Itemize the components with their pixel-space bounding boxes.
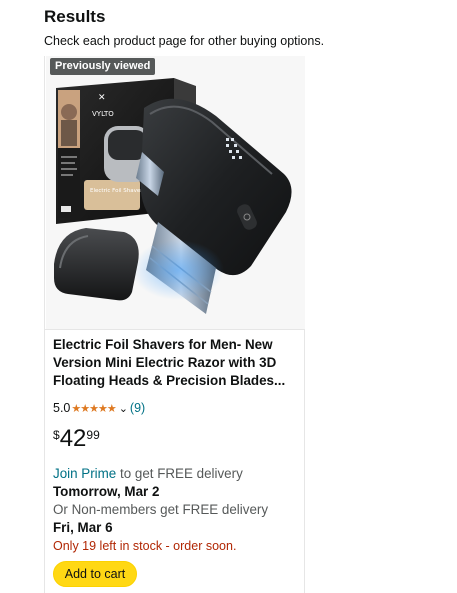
box-brand-text: VYLTO (92, 110, 114, 118)
product-title-link[interactable]: Electric Foil Shavers for Men- New Versi… (53, 336, 299, 390)
product-card: Previously viewed ✕ VYLTO Electric Foil … (44, 56, 305, 593)
nonmember-delivery-date: Fri, Mar 6 (53, 520, 113, 535)
prime-delivery-text: to get FREE delivery (116, 466, 243, 481)
price: $ 42 99 (53, 426, 100, 454)
join-prime-link[interactable]: Join Prime (53, 466, 116, 481)
prime-delivery-line: Join Prime to get FREE delivery (53, 465, 243, 483)
star-rating-icon[interactable]: ★★★★★ (71, 402, 116, 415)
previously-viewed-badge: Previously viewed (50, 58, 156, 75)
rating-value: 5.0 (53, 401, 71, 415)
box-label-text: Electric Foil Shaver (90, 188, 143, 194)
chevron-down-icon[interactable]: ⌄ (119, 402, 128, 415)
shaver-illustration: ✕ VYLTO Electric Foil Shaver (46, 56, 305, 329)
svg-text:✕: ✕ (98, 93, 106, 103)
rating-row[interactable]: 5.0 ★★★★★ ⌄ (9) (53, 400, 145, 416)
image-divider (45, 329, 304, 330)
stock-warning: Only 19 left in stock - order soon. (53, 539, 237, 553)
add-to-cart-button[interactable]: Add to cart (53, 561, 137, 587)
price-symbol: $ (53, 428, 60, 442)
price-whole: 42 (59, 425, 87, 452)
prime-delivery-date: Tomorrow, Mar 2 (53, 484, 160, 499)
product-image[interactable]: Previously viewed ✕ VYLTO Electric Foil … (46, 56, 305, 329)
review-count-link[interactable]: (9) (130, 401, 145, 415)
nonmember-delivery-text: Or Non-members get FREE delivery (53, 502, 269, 517)
results-heading: Results (44, 7, 106, 26)
price-fraction: 99 (86, 428, 100, 442)
results-subtitle: Check each product page for other buying… (44, 34, 325, 48)
